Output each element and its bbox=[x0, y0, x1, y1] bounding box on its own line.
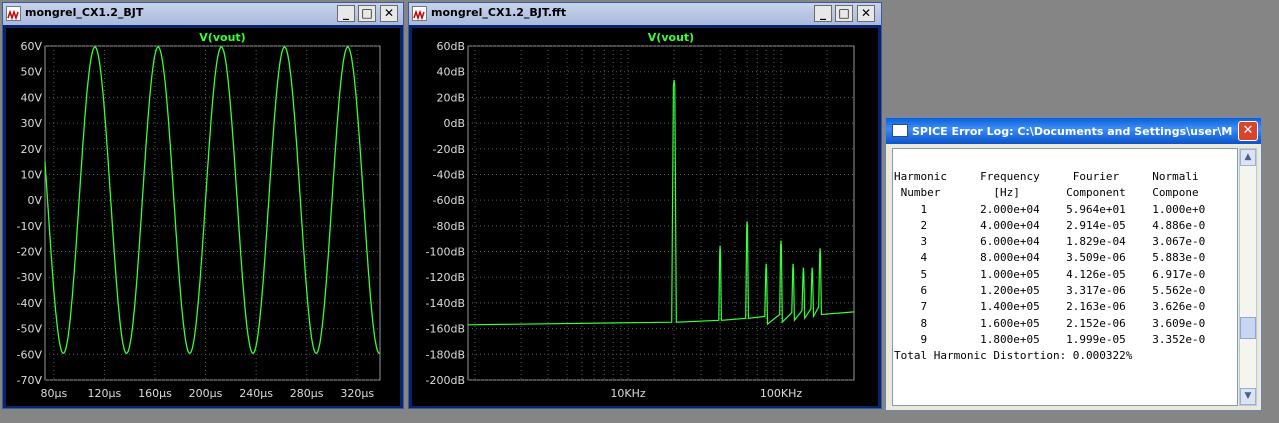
waveform-icon bbox=[6, 6, 21, 21]
x-tick-label: 120µs bbox=[88, 387, 122, 400]
trace-label: V(vout) bbox=[199, 31, 245, 44]
y-tick-label: 60dB bbox=[436, 40, 465, 53]
x-tick-label: 200µs bbox=[189, 387, 223, 400]
close-button[interactable]: ✕ bbox=[857, 5, 875, 22]
log-line: 2 4.000e+04 2.914e-05 4.886e-0 bbox=[894, 218, 1206, 232]
log-window-icon bbox=[892, 124, 908, 137]
y-tick-label: -100dB bbox=[426, 246, 466, 259]
log-line: Number [Hz] Component Compone bbox=[894, 186, 1199, 200]
y-tick-label: 60V bbox=[20, 40, 42, 53]
close-button[interactable]: ✕ bbox=[1238, 121, 1258, 141]
x-tick-label: 10KHz bbox=[610, 387, 645, 400]
y-tick-label: 30V bbox=[20, 117, 42, 130]
y-tick-label: -20dB bbox=[433, 143, 466, 156]
log-line: 5 1.000e+05 4.126e-05 6.917e-0 bbox=[894, 267, 1206, 281]
harmonic-peak-point bbox=[811, 267, 814, 270]
scroll-thumb[interactable] bbox=[1240, 317, 1256, 339]
y-tick-label: -180dB bbox=[426, 348, 466, 361]
y-tick-label: -70V bbox=[17, 374, 43, 387]
transient-titlebar[interactable]: mongrel_CX1.2_BJT _ □ ✕ bbox=[3, 3, 403, 25]
y-tick-label: -60V bbox=[17, 348, 43, 361]
x-tick-label: 240µs bbox=[239, 387, 273, 400]
close-button[interactable]: ✕ bbox=[380, 5, 398, 22]
y-tick-label: 0V bbox=[27, 194, 42, 207]
x-tick-label: 320µs bbox=[340, 387, 374, 400]
x-tick-label: 280µs bbox=[290, 387, 324, 400]
log-line: 1 2.000e+04 5.964e+01 1.000e+0 bbox=[894, 202, 1206, 216]
x-tick-label: 80µs bbox=[40, 387, 67, 400]
y-tick-label: -60dB bbox=[433, 194, 466, 207]
fft-chart[interactable]: 60dB 40dB 20dB 0dB -20dB -40dB -60dB -80dB -100d… bbox=[412, 28, 878, 406]
harmonic-peak-point bbox=[673, 79, 675, 82]
y-tick-label: 20V bbox=[20, 143, 42, 156]
plot-frame bbox=[467, 45, 855, 381]
y-tick-label: -20V bbox=[17, 246, 43, 259]
y-tick-label: -120dB bbox=[426, 271, 466, 284]
window-title: mongrel_CX1.2_BJT.fft bbox=[431, 6, 567, 19]
harmonic-peak-point bbox=[792, 263, 794, 266]
y-tick-label: -200dB bbox=[426, 374, 466, 387]
log-line: 6 1.200e+05 3.317e-06 5.562e-0 bbox=[894, 284, 1206, 298]
log-line: 8 1.600e+05 2.152e-06 3.609e-0 bbox=[894, 316, 1206, 330]
harmonic-peak-point bbox=[746, 221, 748, 223]
harmonic-peak-point bbox=[802, 267, 805, 270]
transient-plot-window[interactable]: mongrel_CX1.2_BJT _ □ ✕ 60V 50V 40V 30V 20V 1… bbox=[2, 2, 404, 409]
log-line: 4 8.000e+04 3.509e-06 5.883e-0 bbox=[894, 251, 1206, 265]
y-tick-label: -140dB bbox=[426, 297, 466, 310]
thd-summary-line: Total Harmonic Distortion: 0.000322% bbox=[894, 349, 1133, 363]
desktop: { "colors": { "trace": "#35ff35", "grid"… bbox=[0, 0, 1279, 423]
error-log-titlebar[interactable]: SPICE Error Log: C:\Documents and Settin… bbox=[886, 118, 1261, 144]
trace-label: V(vout) bbox=[648, 31, 694, 44]
fft-plot-window[interactable]: mongrel_CX1.2_BJT.fft _ □ ✕ 60dB 40dB 20dB… bbox=[408, 2, 882, 409]
log-line: Harmonic Frequency Fourier Normali bbox=[894, 170, 1199, 183]
y-tick-label: -10V bbox=[17, 220, 43, 233]
y-tick-label: -160dB bbox=[426, 323, 466, 336]
harmonic-peak-point bbox=[765, 263, 767, 266]
transient-chart[interactable]: 60V 50V 40V 30V 20V 10V 0V -10V -20V -30V -40V -50V… bbox=[6, 28, 400, 406]
log-line: 3 6.000e+04 1.829e-04 3.067e-0 bbox=[894, 235, 1206, 249]
waveform-icon bbox=[412, 6, 427, 21]
harmonic-peak-point bbox=[719, 245, 721, 248]
window-title: mongrel_CX1.2_BJT bbox=[25, 6, 144, 19]
spice-error-log-window[interactable]: SPICE Error Log: C:\Documents and Settin… bbox=[885, 117, 1262, 411]
vertical-scrollbar[interactable]: ▲ ▼ bbox=[1239, 148, 1257, 406]
x-tick-label: 100KHz bbox=[760, 387, 802, 400]
y-tick-label: -50V bbox=[17, 323, 43, 336]
y-tick-label: 50V bbox=[20, 66, 42, 79]
y-tick-label: -40dB bbox=[433, 168, 466, 181]
scroll-down-button[interactable]: ▼ bbox=[1240, 388, 1256, 405]
minimize-button[interactable]: _ bbox=[337, 5, 355, 22]
log-text-area[interactable]: Harmonic Frequency Fourier Normali Numbe… bbox=[892, 148, 1238, 406]
harmonic-peak-point bbox=[780, 240, 782, 243]
log-line: 7 1.400e+05 2.163e-06 3.626e-0 bbox=[894, 300, 1206, 314]
series-line bbox=[467, 80, 855, 326]
maximize-button[interactable]: □ bbox=[358, 5, 376, 22]
x-tick-label: 160µs bbox=[138, 387, 172, 400]
transient-plot-area[interactable]: 60V 50V 40V 30V 20V 10V 0V -10V -20V -30V -40V -50V… bbox=[6, 28, 400, 406]
y-tick-label: -30V bbox=[17, 271, 43, 284]
y-tick-label: -40V bbox=[17, 297, 43, 310]
minimize-button[interactable]: _ bbox=[814, 5, 832, 22]
y-tick-label: -80dB bbox=[433, 220, 466, 233]
fft-titlebar[interactable]: mongrel_CX1.2_BJT.fft _ □ ✕ bbox=[409, 3, 881, 25]
fft-plot-area[interactable]: 60dB 40dB 20dB 0dB -20dB -40dB -60dB -80dB -100d… bbox=[412, 28, 878, 406]
window-title: SPICE Error Log: C:\Documents and Settin… bbox=[912, 125, 1232, 138]
y-tick-label: 40V bbox=[20, 91, 42, 104]
y-tick-label: 20dB bbox=[436, 91, 465, 104]
log-line: 9 1.800e+05 1.999e-05 3.352e-0 bbox=[894, 332, 1206, 346]
log-lines: Harmonic Frequency Fourier Normali Numbe… bbox=[894, 169, 1205, 365]
harmonic-peak-point bbox=[819, 248, 821, 250]
scroll-up-button[interactable]: ▲ bbox=[1240, 149, 1256, 166]
y-tick-label: 40dB bbox=[436, 66, 465, 79]
y-tick-label: 10V bbox=[20, 168, 42, 181]
y-tick-label: 0dB bbox=[443, 117, 465, 130]
maximize-button[interactable]: □ bbox=[835, 5, 853, 22]
